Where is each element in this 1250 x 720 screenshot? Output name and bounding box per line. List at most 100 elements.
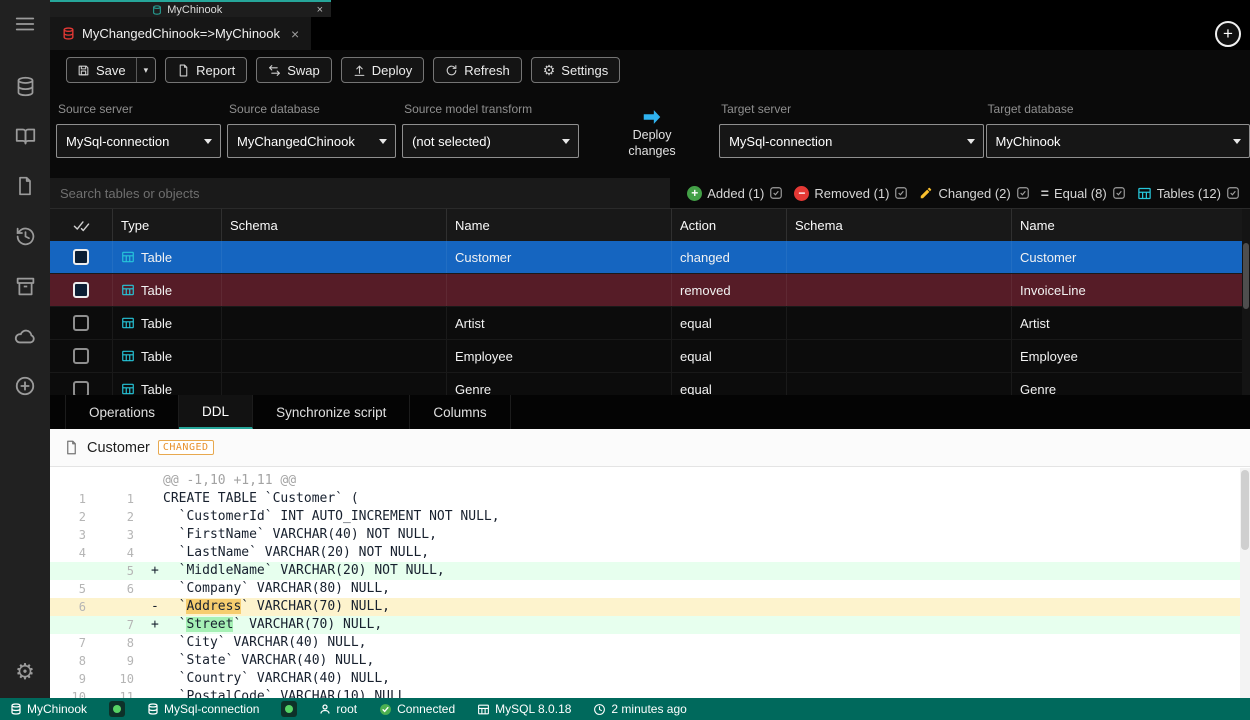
deploy-changes-label-1: Deploy	[633, 128, 672, 144]
ddl-scrollbar-thumb[interactable]	[1241, 470, 1249, 550]
target-server-field: Target server MySql-connection	[719, 102, 983, 178]
diff-line-removed: 6- `Address` VARCHAR(70) NULL,	[50, 598, 1250, 616]
filter-tables[interactable]: Tables (12)	[1137, 186, 1240, 201]
status-bar: MyChinook MySql-connection root Connecte…	[0, 698, 1250, 720]
table-icon	[1137, 186, 1152, 201]
status-user[interactable]: root	[319, 702, 357, 716]
row-checkbox[interactable]	[73, 315, 89, 331]
header-type[interactable]: Type	[113, 209, 222, 241]
filter-equal[interactable]: = Equal (8)	[1041, 185, 1126, 201]
tab-compare-document[interactable]: MyChangedChinook=>MyChinook ×	[50, 17, 311, 50]
diff-line: 56 `Company` VARCHAR(80) NULL,	[50, 580, 1250, 598]
ddl-scrollbar[interactable]	[1240, 468, 1250, 698]
table-row-invoiceline[interactable]: Table removed InvoiceLine	[50, 274, 1250, 307]
search-input[interactable]	[50, 178, 670, 208]
ddl-header: Customer CHANGED	[50, 429, 1250, 467]
diff-line-added: 5+ `MiddleName` VARCHAR(20) NOT NULL,	[50, 562, 1250, 580]
source-transform-label: Source model transform	[402, 102, 579, 116]
header-action[interactable]: Action	[672, 209, 787, 241]
diff-hunk-line: @@ -1,10 +1,11 @@	[50, 472, 1250, 490]
filter-changed[interactable]: Changed (2)	[919, 186, 1029, 201]
diff-line: 44 `LastName` VARCHAR(20) NOT NULL,	[50, 544, 1250, 562]
header-schema-source[interactable]: Schema	[222, 209, 447, 241]
table-row-customer[interactable]: Table Customer changed Customer	[50, 241, 1250, 274]
header-schema-target[interactable]: Schema	[787, 209, 1012, 241]
settings-button[interactable]: ⚙ Settings	[531, 57, 621, 83]
row-checkbox[interactable]	[73, 282, 89, 298]
filter-checkbox-icon	[1112, 186, 1126, 200]
settings-gear-icon[interactable]: ⚙	[15, 660, 35, 684]
target-server-label: Target server	[719, 102, 983, 116]
settings-icon: ⚙	[543, 63, 556, 77]
diff-line: 22 `CustomerId` INT AUTO_INCREMENT NOT N…	[50, 508, 1250, 526]
target-server-select[interactable]: MySql-connection	[719, 124, 983, 158]
source-transform-select[interactable]: (not selected)	[402, 124, 579, 158]
diff-line: 11CREATE TABLE `Customer` (	[50, 490, 1250, 508]
comparison-grid: Type Schema Name Action Schema Name Tabl…	[50, 208, 1250, 395]
row-checkbox[interactable]	[73, 348, 89, 364]
cloud-icon[interactable]	[14, 324, 36, 348]
table-row-employee[interactable]: Table Employee equal Employee	[50, 340, 1250, 373]
header-name-target[interactable]: Name	[1012, 209, 1250, 241]
source-database-label: Source database	[227, 102, 396, 116]
clock-icon	[593, 703, 606, 716]
check-all-header[interactable]	[50, 209, 113, 241]
swap-button[interactable]: Swap	[256, 57, 332, 83]
close-icon[interactable]: ×	[317, 4, 323, 16]
table-row-artist[interactable]: Table Artist equal Artist	[50, 307, 1250, 340]
close-icon[interactable]: ×	[291, 26, 299, 42]
file-icon[interactable]	[15, 174, 35, 198]
book-icon[interactable]	[15, 124, 36, 148]
ddl-diff-code[interactable]: @@ -1,10 +1,11 @@ 11CREATE TABLE `Custom…	[50, 467, 1250, 698]
database-icon[interactable]	[15, 74, 36, 98]
table-icon	[121, 382, 135, 395]
menu-icon[interactable]	[14, 12, 36, 36]
user-icon	[319, 703, 331, 715]
target-database-select[interactable]: MyChinook	[986, 124, 1250, 158]
history-icon[interactable]	[15, 224, 36, 248]
status-server[interactable]: MySql-connection	[147, 702, 259, 716]
header-name-source[interactable]: Name	[447, 209, 672, 241]
connection-color-indicator	[109, 701, 125, 717]
source-server-label: Source server	[56, 102, 221, 116]
plus-circle-icon[interactable]	[14, 374, 36, 398]
save-dropdown-caret[interactable]: ▾	[136, 58, 156, 82]
diff-line: 78 `City` VARCHAR(40) NULL,	[50, 634, 1250, 652]
source-server-select[interactable]: MySql-connection	[56, 124, 221, 158]
deploy-icon	[353, 64, 366, 77]
window-tab-title: MyChinook	[167, 4, 222, 16]
deploy-button[interactable]: Deploy	[341, 57, 424, 83]
archive-icon[interactable]	[15, 274, 36, 298]
removed-icon: −	[794, 186, 809, 201]
grid-scrollbar-thumb[interactable]	[1243, 243, 1249, 309]
status-refresh-age[interactable]: 2 minutes ago	[593, 702, 686, 716]
filter-checkbox-icon	[1226, 186, 1240, 200]
source-database-select[interactable]: MyChangedChinook	[227, 124, 396, 158]
filter-removed[interactable]: − Removed (1)	[794, 186, 908, 201]
changed-badge: CHANGED	[158, 440, 214, 455]
new-tab-button[interactable]: +	[1215, 21, 1241, 47]
deploy-arrow-icon	[637, 106, 667, 128]
diff-line: 33 `FirstName` VARCHAR(40) NOT NULL,	[50, 526, 1250, 544]
status-database[interactable]: MyChinook	[10, 702, 87, 716]
table-icon	[477, 703, 490, 716]
status-connected[interactable]: Connected	[379, 702, 455, 716]
status-version[interactable]: MySQL 8.0.18	[477, 702, 571, 716]
tab-synchronize-script[interactable]: Synchronize script	[253, 395, 410, 429]
tab-operations[interactable]: Operations	[65, 395, 179, 429]
tab-columns[interactable]: Columns	[410, 395, 510, 429]
row-checkbox[interactable]	[73, 381, 89, 395]
filter-chips: + Added (1) − Removed (1) Changed (2)	[670, 185, 1250, 201]
table-icon	[121, 316, 135, 330]
table-row-genre[interactable]: Table Genre equal Genre	[50, 373, 1250, 395]
refresh-button[interactable]: Refresh	[433, 57, 522, 83]
filter-added[interactable]: + Added (1)	[687, 186, 783, 201]
tab-ddl[interactable]: DDL	[179, 395, 253, 429]
window-tab-mychinook[interactable]: MyChinook ×	[50, 0, 331, 17]
grid-rows: Table Customer changed Customer Table re…	[50, 241, 1250, 395]
row-checkbox[interactable]	[73, 249, 89, 265]
report-button[interactable]: Report	[165, 57, 247, 83]
save-button[interactable]: Save	[67, 58, 136, 82]
diff-line: 1011 `PostalCode` VARCHAR(10) NULL,	[50, 688, 1250, 698]
grid-scrollbar[interactable]	[1242, 209, 1250, 395]
